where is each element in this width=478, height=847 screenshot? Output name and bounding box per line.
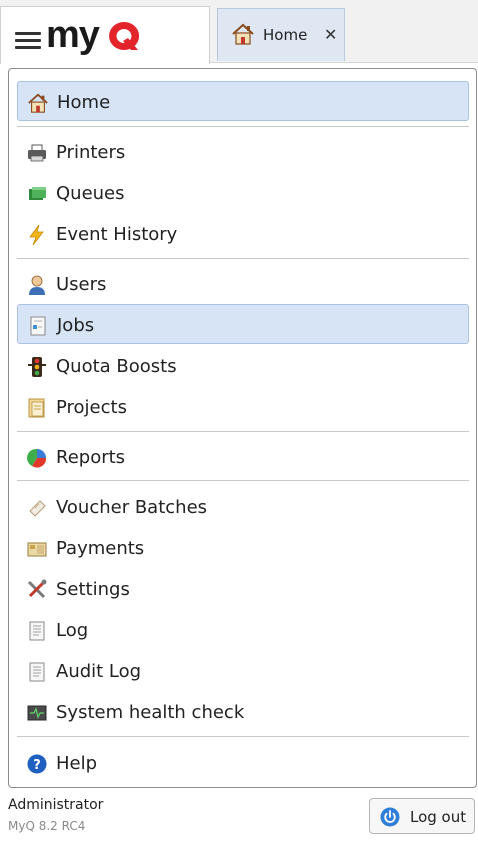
myq-logo: my — [46, 16, 140, 56]
menu-item-label: System health check — [56, 702, 245, 723]
logout-label: Log out — [410, 808, 467, 826]
menu-item-label: Jobs — [57, 315, 95, 336]
version-label: MyQ 8.2 RC4 — [8, 819, 86, 833]
power-icon — [380, 807, 400, 827]
menu-item-payments[interactable]: Payments — [17, 528, 469, 568]
menu-item-event-history[interactable]: Event History — [17, 214, 469, 254]
menu-item-users[interactable]: Users — [17, 264, 469, 304]
menu-item-reports[interactable]: Reports — [17, 437, 469, 477]
hamburger-menu-icon[interactable] — [15, 32, 41, 49]
menu-item-label: Help — [56, 753, 98, 774]
tools-icon — [27, 579, 47, 599]
menu-item-log[interactable]: Log — [17, 610, 469, 650]
queue-icon — [29, 187, 46, 200]
svg-text:?: ? — [33, 758, 41, 773]
tab-home[interactable]: Home ✕ — [217, 8, 345, 61]
divider — [17, 431, 469, 432]
menu-item-help[interactable]: ? Help — [17, 743, 469, 783]
lightning-icon — [29, 224, 44, 246]
menu-item-label: Home — [57, 92, 111, 113]
document-icon — [30, 316, 46, 336]
close-tab-icon[interactable]: ✕ — [324, 25, 337, 44]
menu-item-quota-boosts[interactable]: Quota Boosts — [17, 346, 469, 386]
divider — [17, 126, 469, 127]
menu-item-jobs[interactable]: Jobs — [17, 304, 469, 344]
menu-item-label: Reports — [56, 447, 126, 468]
help-icon: ? — [27, 754, 47, 774]
navigation-menu: Home Printers Queues Event History Users — [8, 68, 477, 788]
menu-item-label: Quota Boosts — [56, 356, 177, 377]
pie-chart-icon — [27, 448, 47, 468]
menu-item-settings[interactable]: Settings — [17, 569, 469, 609]
menu-item-queues[interactable]: Queues — [17, 173, 469, 213]
payment-icon — [27, 542, 47, 557]
menu-item-label: Event History — [56, 224, 178, 245]
menu-item-label: Printers — [56, 142, 126, 163]
menu-item-label: Queues — [56, 183, 125, 204]
divider — [17, 736, 469, 737]
menu-item-label: Users — [56, 274, 107, 295]
traffic-light-icon — [28, 357, 46, 377]
menu-item-voucher-batches[interactable]: Voucher Batches — [17, 487, 469, 527]
divider — [17, 480, 469, 481]
menu-item-home[interactable]: Home — [17, 81, 469, 121]
printer-icon — [28, 144, 46, 162]
menu-item-label: Voucher Batches — [56, 497, 208, 518]
audit-log-icon — [29, 662, 45, 682]
health-monitor-icon — [27, 705, 47, 721]
divider — [17, 258, 469, 259]
log-icon — [29, 621, 45, 641]
voucher-icon — [29, 500, 46, 517]
tab-home-label: Home — [263, 26, 308, 44]
menu-item-label: Audit Log — [56, 661, 142, 682]
menu-item-label: Log — [56, 620, 89, 641]
svg-text:my: my — [46, 16, 100, 56]
current-user: Administrator — [8, 797, 104, 813]
menu-item-audit-log[interactable]: Audit Log — [17, 651, 469, 691]
user-icon — [29, 275, 45, 295]
menu-item-projects[interactable]: Projects — [17, 387, 469, 427]
menu-item-label: Projects — [56, 397, 127, 418]
menu-item-label: Settings — [56, 579, 130, 600]
top-bar: my Home ✕ — [0, 0, 478, 64]
logout-button[interactable]: Log out — [369, 798, 475, 834]
menu-item-system-health-check[interactable]: System health check — [17, 692, 469, 732]
home-icon — [232, 23, 254, 45]
home-icon — [28, 93, 48, 113]
menu-item-printers[interactable]: Printers — [17, 132, 469, 172]
folder-icon — [28, 398, 45, 418]
menu-item-label: Payments — [56, 538, 145, 559]
logo-tab: my — [0, 6, 210, 64]
